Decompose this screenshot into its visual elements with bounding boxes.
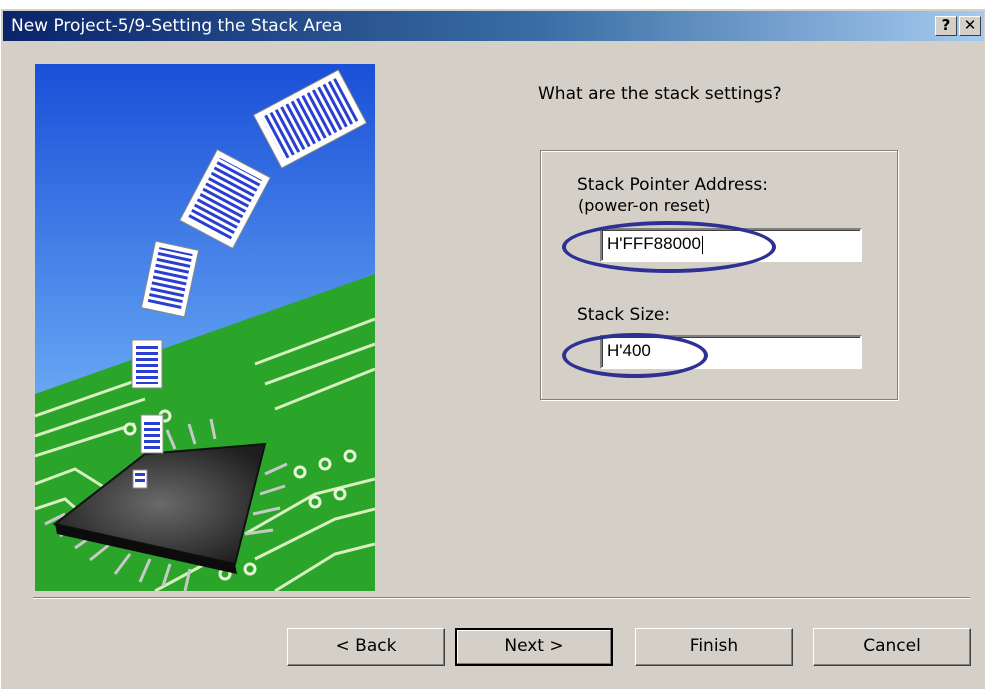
close-icon: ✕ [963, 16, 977, 34]
stack-pointer-value: H'FFF88000 [607, 234, 701, 253]
button-separator [33, 597, 970, 599]
back-button[interactable]: < Back [287, 628, 445, 666]
window-title: New Project-5/9-Setting the Stack Area [11, 16, 343, 36]
next-button[interactable]: Next > [455, 628, 613, 666]
finish-button[interactable]: Finish [635, 628, 793, 666]
wizard-illustration [35, 64, 375, 591]
cancel-button[interactable]: Cancel [813, 628, 971, 666]
stack-pointer-input[interactable]: H'FFF88000 [600, 228, 862, 262]
question-text: What are the stack settings? [538, 84, 782, 104]
stack-size-label: Stack Size: [577, 305, 671, 325]
close-button[interactable]: ✕ [959, 16, 981, 36]
documents-into-chip-illustration [35, 64, 375, 591]
title-bar[interactable]: New Project-5/9-Setting the Stack Area ?… [3, 11, 984, 41]
help-button[interactable]: ? [935, 16, 957, 36]
stack-pointer-label: Stack Pointer Address: [577, 175, 768, 195]
stack-pointer-sublabel: (power-on reset) [578, 196, 711, 215]
stack-size-input[interactable]: H'400 [600, 335, 862, 369]
help-icon: ? [941, 16, 951, 34]
stack-size-value: H'400 [607, 341, 651, 360]
text-caret [701, 235, 703, 254]
